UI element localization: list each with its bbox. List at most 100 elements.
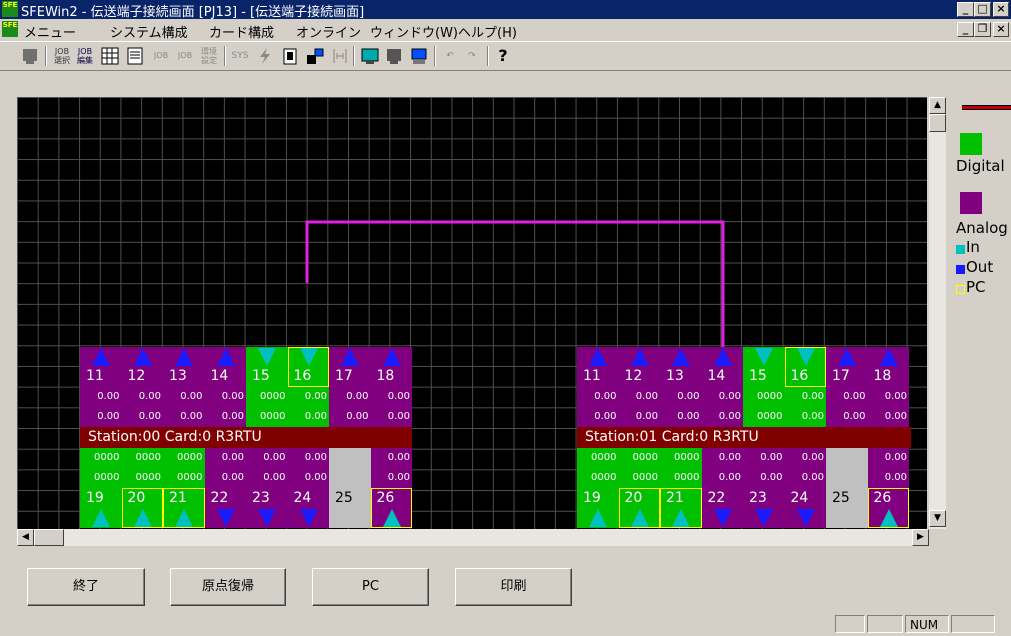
horizontal-scrollbar[interactable]: ◀ ▶ (17, 529, 929, 546)
scroll-left-arrow[interactable]: ◀ (17, 529, 34, 546)
monitor-icon[interactable] (20, 46, 40, 66)
print-button[interactable]: 印刷 (455, 568, 572, 606)
terminal-value: 0.00 (784, 468, 826, 488)
pc-button[interactable]: PC (312, 568, 429, 606)
doc-minimize-button[interactable]: _ (957, 22, 974, 37)
redo-icon[interactable]: ↷ (462, 46, 482, 66)
job-button-2[interactable]: JOB (175, 46, 195, 66)
job-select-button[interactable]: JOB選択 (52, 46, 72, 67)
vertical-scroll-thumb[interactable] (929, 114, 946, 132)
computer-icon[interactable] (409, 46, 429, 66)
terminal-14[interactable]: 14 (701, 347, 743, 387)
legend-digital: Digital (956, 157, 1005, 175)
terminal-11[interactable]: 11 (577, 347, 619, 387)
input-arrow-icon (589, 509, 607, 527)
output-arrow-icon (672, 348, 690, 366)
terminal-number: 23 (749, 490, 767, 506)
grid-icon[interactable] (100, 46, 120, 66)
terminal-value: 0.00 (743, 468, 785, 488)
terminal-17[interactable]: 17 (329, 347, 371, 387)
horizontal-scroll-thumb[interactable] (34, 529, 64, 546)
terminal-number: 19 (583, 490, 601, 506)
terminal-17[interactable]: 17 (826, 347, 868, 387)
output-arrow-icon (879, 348, 898, 366)
menu-item-menu[interactable]: メニュー (24, 22, 76, 41)
doc-close-button[interactable]: × (993, 22, 1009, 37)
help-icon[interactable]: ? (493, 46, 513, 66)
terminal-value: 0.00 (370, 468, 412, 488)
terminal-18[interactable]: 18 (867, 347, 909, 387)
terminal-13[interactable]: 13 (163, 347, 205, 387)
menu-item-system[interactable]: システム構成 (110, 22, 188, 41)
terminal-value: 0.00 (701, 468, 743, 488)
undo-icon[interactable]: ↶ (440, 46, 460, 66)
terminal-24[interactable]: 24 (784, 488, 826, 528)
terminal-21[interactable]: 21 (163, 488, 205, 528)
terminal-16[interactable]: 16 (287, 347, 329, 387)
terminal-13[interactable]: 13 (660, 347, 702, 387)
sys-button[interactable]: SYS (230, 46, 250, 66)
job-edit-button[interactable]: JOB編集 (75, 46, 95, 67)
terminal-25[interactable]: 25 (826, 488, 868, 528)
terminal-value: 0.00 (287, 448, 329, 468)
terminal-value: 0.00 (660, 407, 702, 427)
terminal-20[interactable]: 20 (121, 488, 163, 528)
clipboard-icon[interactable] (280, 46, 300, 66)
scroll-down-arrow[interactable]: ▼ (929, 510, 946, 527)
document-view-icon[interactable] (125, 46, 145, 66)
scroll-right-arrow[interactable]: ▶ (912, 529, 929, 546)
menu-item-help[interactable]: ヘルプ(H) (458, 22, 517, 41)
terminal-number: 11 (86, 368, 104, 384)
terminal-11[interactable]: 11 (80, 347, 122, 387)
menu-item-card[interactable]: カード構成 (209, 22, 274, 41)
menu-item-online[interactable]: オンライン (296, 22, 361, 41)
terminal-22[interactable]: 22 (204, 488, 246, 528)
terminal-20[interactable]: 20 (618, 488, 660, 528)
terminal-12[interactable]: 12 (121, 347, 163, 387)
job-button-1[interactable]: JOB (151, 46, 171, 66)
vertical-scrollbar[interactable]: ▲ ▼ (929, 97, 946, 529)
align-icon[interactable] (330, 46, 350, 66)
terminal-value: 0000 (246, 407, 288, 427)
terminal-12[interactable]: 12 (618, 347, 660, 387)
terminal-number: 14 (707, 368, 726, 384)
terminal-16[interactable]: 16 (784, 347, 826, 387)
terminal-21[interactable]: 21 (660, 488, 702, 528)
legend-analog: Analog (956, 219, 1008, 237)
output-arrow-icon (258, 509, 276, 527)
terminal-24[interactable]: 24 (287, 488, 329, 528)
window-arrange-icon[interactable] (305, 46, 325, 66)
terminal-19[interactable]: 19 (577, 488, 619, 528)
close-button[interactable]: × (993, 2, 1009, 17)
restore-origin-button[interactable]: 原点復帰 (170, 568, 286, 606)
minimize-button[interactable]: _ (957, 2, 974, 17)
env-settings-button[interactable]: 環境設定 (199, 46, 219, 67)
terminal-15[interactable]: 15 (246, 347, 288, 387)
maximize-button[interactable]: □ (974, 2, 991, 17)
menu-item-window[interactable]: ウィンドウ(W) (370, 22, 458, 41)
terminal-26[interactable]: 26 (370, 488, 412, 528)
terminal-number: 21 (169, 490, 187, 506)
display-icon[interactable] (360, 46, 380, 66)
terminal-15[interactable]: 15 (743, 347, 785, 387)
terminal-26[interactable]: 26 (867, 488, 909, 528)
terminal-14[interactable]: 14 (204, 347, 246, 387)
terminal-19[interactable]: 19 (80, 488, 122, 528)
doc-restore-button[interactable]: ❐ (974, 22, 991, 37)
monitor-icon[interactable] (384, 46, 404, 66)
terminal-value: 0.00 (204, 468, 246, 488)
terminal-value: 0000 (577, 448, 619, 468)
terminal-23[interactable]: 23 (246, 488, 288, 528)
terminal-value: 0.00 (287, 468, 329, 488)
output-arrow-icon (630, 348, 649, 366)
terminal-number: 19 (86, 490, 104, 506)
document-icon[interactable]: SFE (2, 21, 18, 37)
connection-canvas[interactable]: 11 0.00 0.00 12 0.00 0.00 13 0.00 0.00 14 0.00 0.00… (17, 97, 927, 529)
terminal-23[interactable]: 23 (743, 488, 785, 528)
exit-button[interactable]: 終了 (27, 568, 145, 606)
terminal-25[interactable]: 25 (329, 488, 371, 528)
scroll-up-arrow[interactable]: ▲ (929, 97, 946, 114)
lightning-icon[interactable] (255, 46, 275, 66)
terminal-22[interactable]: 22 (701, 488, 743, 528)
terminal-18[interactable]: 18 (370, 347, 412, 387)
